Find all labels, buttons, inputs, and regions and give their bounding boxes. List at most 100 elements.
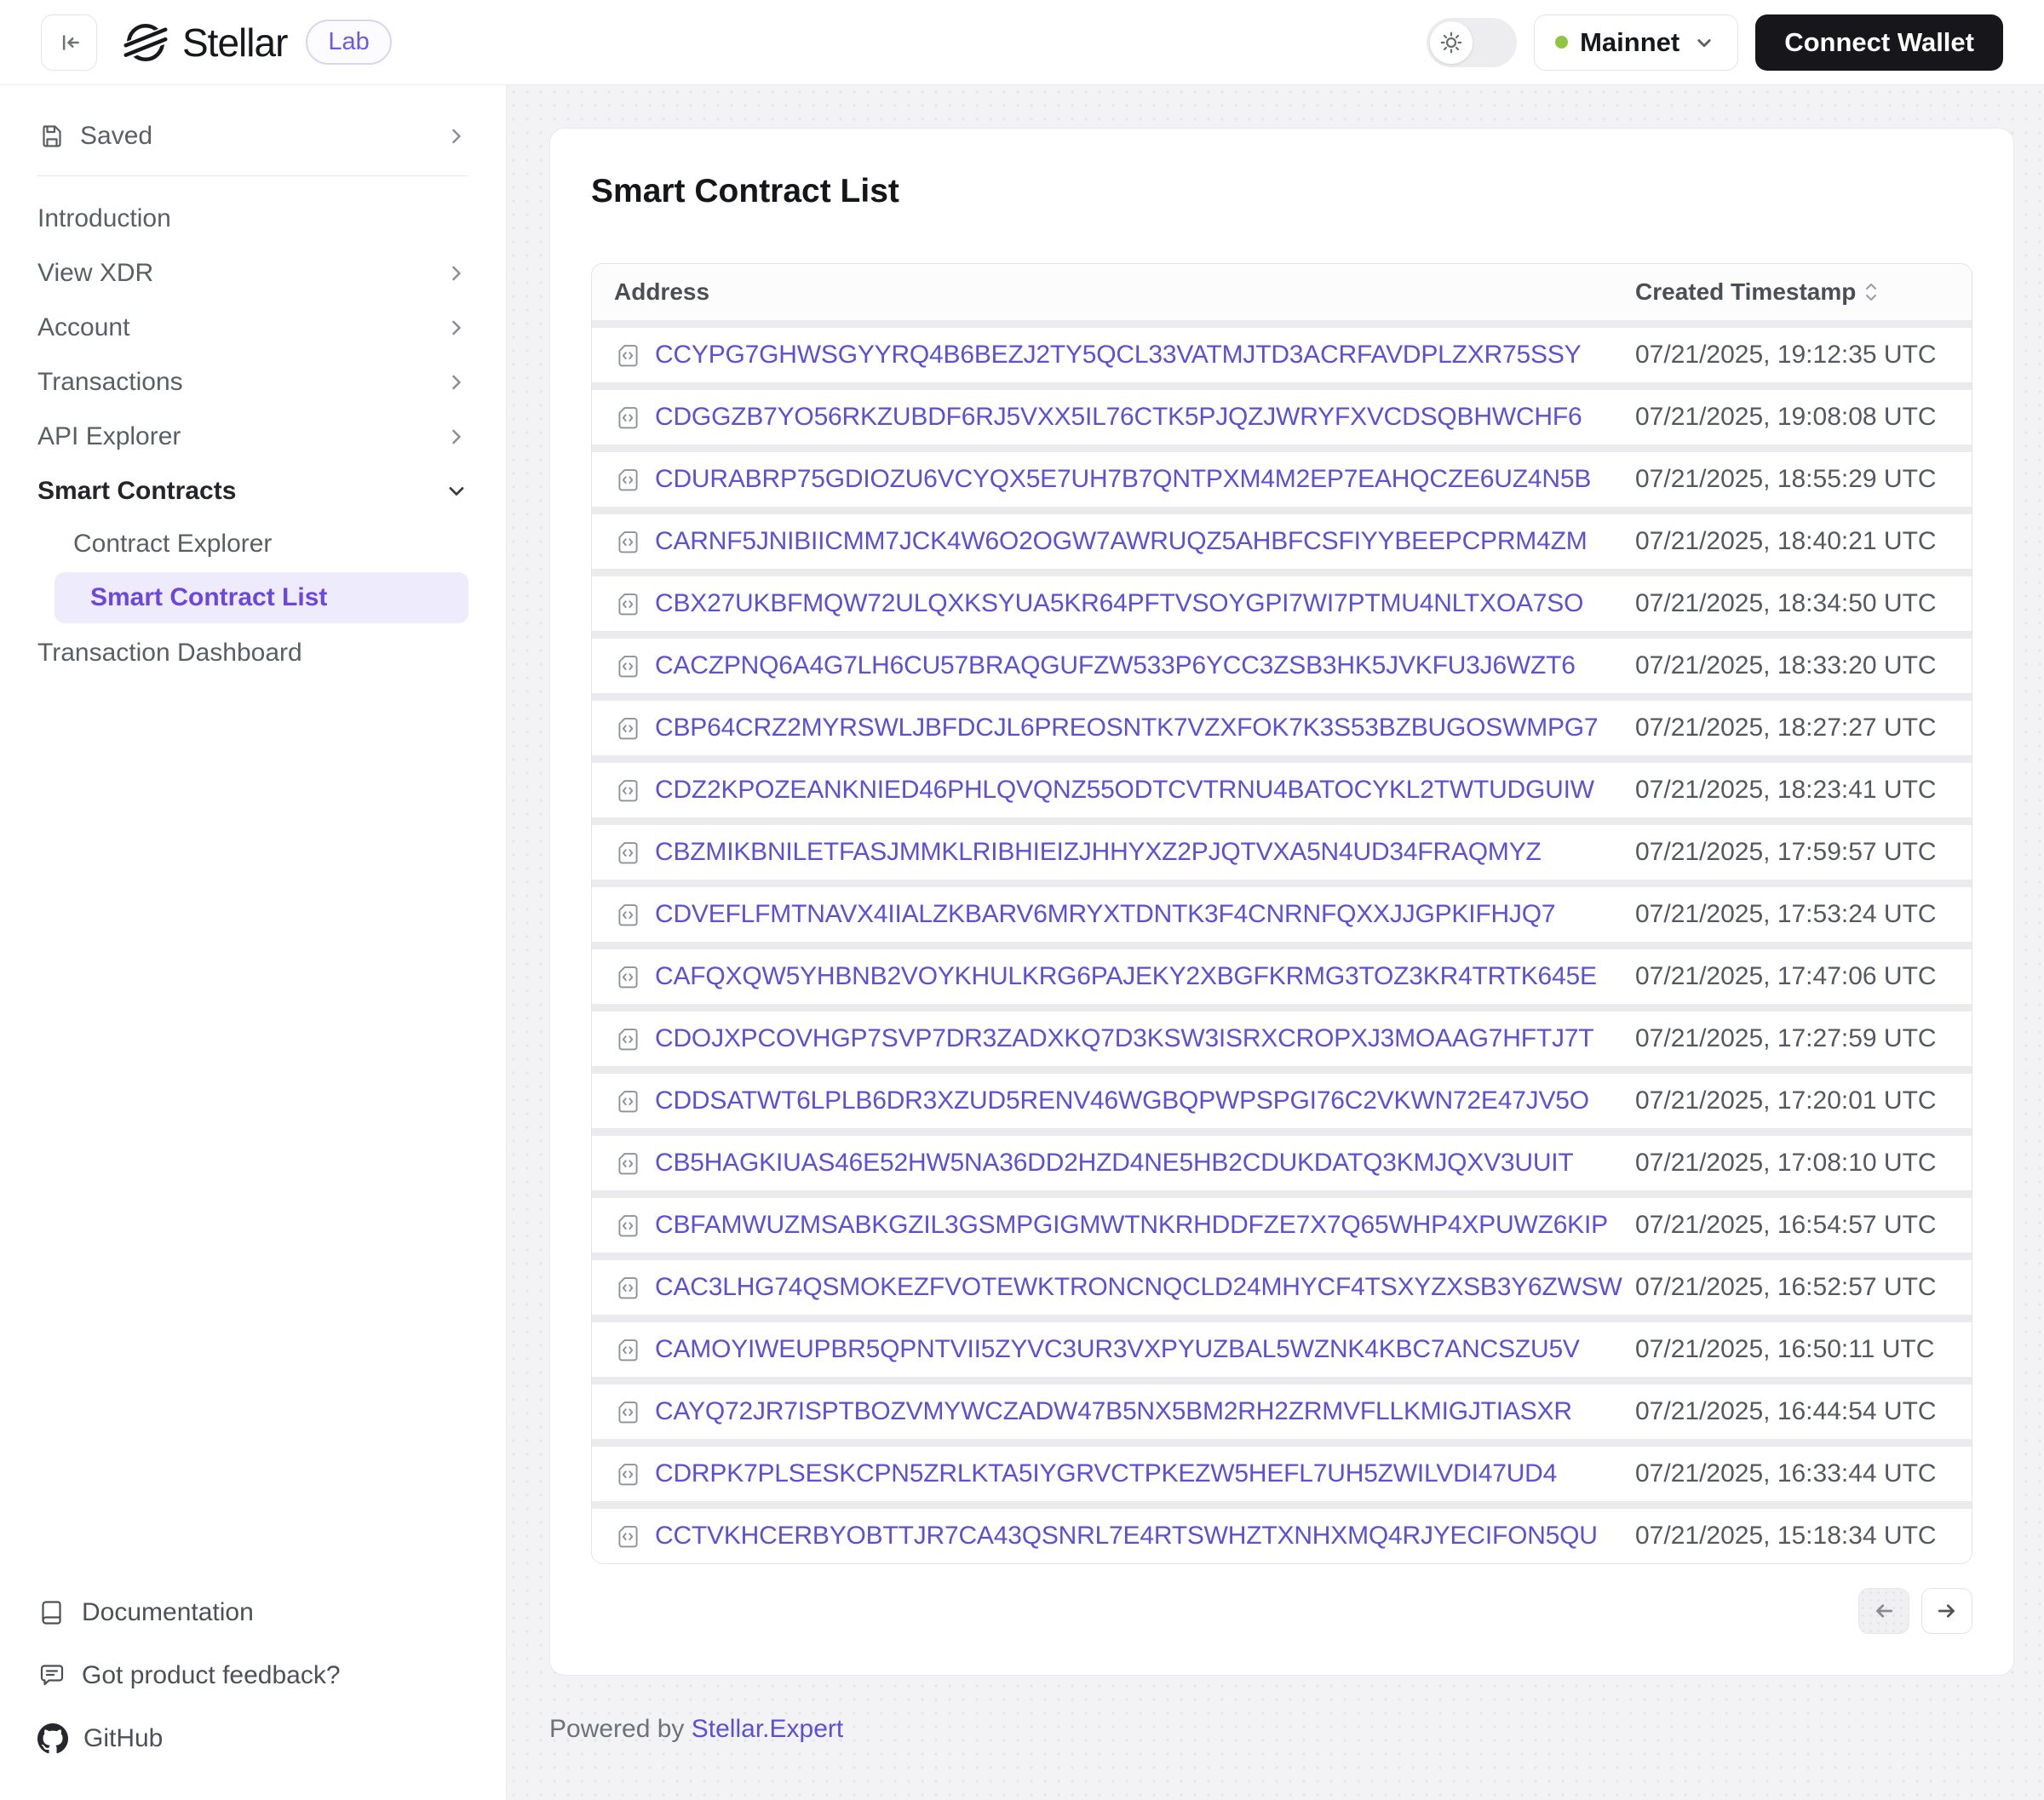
contract-table: Address Created Timestamp: [591, 263, 1972, 1564]
network-label: Mainnet: [1580, 27, 1679, 58]
sidebar-item-transactions[interactable]: Transactions: [37, 355, 468, 410]
contract-address-link[interactable]: CCTVKHCERBYOBTTJR7CA43QSNRL7E4RTSWHZTXNH…: [655, 1522, 1598, 1551]
contract-address-link[interactable]: CBZMIKBNILETFASJMMKLRIBHIEIZJHHYXZ2PJQTV…: [655, 838, 1542, 867]
contract-address-link[interactable]: CBX27UKBFMQW72ULQXKSYUA5KR64PFTVSOYGPI7W…: [655, 589, 1583, 618]
column-header-address: Address: [592, 278, 1635, 306]
contract-address-link[interactable]: CDZ2KPOZEANKNIED46PHLQVQNZ55ODTCVTRNU4BA…: [655, 776, 1594, 805]
row-created-timestamp: 07/21/2025, 16:54:57 UTC: [1635, 1211, 1972, 1240]
table-row: CB5HAGKIUAS46E52HW5NA36DD2HZD4NE5HB2CDUK…: [592, 1136, 1972, 1190]
contract-address-link[interactable]: CAC3LHG74QSMOKEZFVOTEWKTRONCNQCLD24MHYCF…: [655, 1273, 1622, 1302]
sidebar-item-api-explorer[interactable]: API Explorer: [37, 410, 468, 464]
contract-table-body: CCYPG7GHWSGYYRQ4B6BEZJ2TY5QCL33VATMJTD3A…: [592, 328, 1972, 1563]
contract-address-link[interactable]: CDVEFLFMTNAVX4IIALZKBARV6MRYXTDNTK3F4CNR…: [655, 900, 1555, 929]
save-icon: [37, 122, 66, 151]
contract-address-link[interactable]: CARNF5JNIBIICMM7JCK4W6O2OGW7AWRUQZ5AHBFC…: [655, 527, 1588, 556]
table-row: CDGGZB7YO56RKZUBDF6RJ5VXX5IL76CTK5PJQZJW…: [592, 390, 1972, 444]
row-created-timestamp: 07/21/2025, 19:12:35 UTC: [1635, 341, 1972, 370]
sun-icon: [1438, 30, 1464, 55]
row-created-timestamp: 07/21/2025, 15:18:34 UTC: [1635, 1522, 1972, 1551]
chevron-down-icon: [1691, 30, 1717, 55]
sidebar-item-transaction-dashboard[interactable]: Transaction Dashboard: [37, 626, 468, 680]
contract-address-link[interactable]: CACZPNQ6A4G7LH6CU57BRAQGUFZW533P6YCC3ZSB…: [655, 651, 1576, 680]
contract-address-link[interactable]: CDOJXPCOVHGP7SVP7DR3ZADXKQ7D3KSW3ISRXCRO…: [655, 1024, 1593, 1053]
table-row: CDDSATWT6LPLB6DR3XZUD5RENV46WGBQPWPSPGI7…: [592, 1074, 1972, 1128]
row-created-timestamp: 07/21/2025, 16:52:57 UTC: [1635, 1273, 1972, 1302]
smart-contract-list-card: Smart Contract List Address Created Time…: [549, 128, 2014, 1676]
github-link[interactable]: GitHub: [37, 1711, 468, 1766]
feedback-link[interactable]: Got product feedback?: [37, 1648, 468, 1703]
sidebar-divider: [37, 175, 468, 176]
row-created-timestamp: 07/21/2025, 19:08:08 UTC: [1635, 403, 1972, 432]
row-created-timestamp: 07/21/2025, 16:33:44 UTC: [1635, 1459, 1972, 1488]
row-created-timestamp: 07/21/2025, 17:59:57 UTC: [1635, 838, 1972, 867]
contract-address-link[interactable]: CCYPG7GHWSGYYRQ4B6BEZJ2TY5QCL33VATMJTD3A…: [655, 341, 1581, 370]
sidebar-item-account[interactable]: Account: [37, 301, 468, 355]
arrow-left-icon: [1871, 1598, 1897, 1624]
sidebar-item-saved[interactable]: Saved: [37, 109, 468, 163]
contract-address-link[interactable]: CDRPK7PLSESKCPN5ZRLKTA5IYGRVCTPKEZW5HEFL…: [655, 1459, 1557, 1488]
connect-wallet-button[interactable]: Connect Wallet: [1755, 14, 2003, 71]
contract-icon: [614, 1460, 642, 1488]
powered-by: Powered by Stellar.Expert: [549, 1715, 2014, 1778]
contract-icon: [614, 1025, 642, 1053]
contract-address-link[interactable]: CBP64CRZ2MYRSWLJBFDCJL6PREOSNTK7VZXFOK7K…: [655, 714, 1598, 742]
collapse-sidebar-button[interactable]: [41, 14, 97, 71]
contract-address-link[interactable]: CB5HAGKIUAS46E52HW5NA36DD2HZD4NE5HB2CDUK…: [655, 1149, 1574, 1178]
table-row: CAFQXQW5YHBNB2VOYKHULKRG6PAJEKY2XBGFKRMG…: [592, 949, 1972, 1004]
sidebar-item-smart-contracts[interactable]: Smart Contracts: [37, 464, 468, 519]
contract-icon: [614, 839, 642, 867]
contract-icon: [614, 1336, 642, 1364]
sort-icon: [1863, 280, 1880, 304]
contract-address-link[interactable]: CAFQXQW5YHBNB2VOYKHULKRG6PAJEKY2XBGFKRMG…: [655, 962, 1597, 991]
network-select[interactable]: Mainnet: [1534, 14, 1738, 71]
table-row: CDRPK7PLSESKCPN5ZRLKTA5IYGRVCTPKEZW5HEFL…: [592, 1447, 1972, 1501]
contract-address-link[interactable]: CAMOYIWEUPBR5QPNTVII5ZYVC3UR3VXPYUZBAL5W…: [655, 1335, 1580, 1364]
contract-icon: [614, 652, 642, 680]
chat-bubble-icon: [37, 1661, 66, 1690]
contract-address-link[interactable]: CBFAMWUZMSABKGZIL3GSMPGIGMWTNKRHDDFZE7X7…: [655, 1211, 1608, 1240]
sidebar-item-view-xdr[interactable]: View XDR: [37, 246, 468, 301]
network-status-dot: [1555, 36, 1568, 49]
pagination: [591, 1588, 1972, 1634]
page-title: Smart Contract List: [591, 173, 1972, 210]
sidebar-item-smart-contract-list[interactable]: Smart Contract List: [55, 572, 468, 623]
next-page-button[interactable]: [1921, 1588, 1972, 1634]
table-row: CAC3LHG74QSMOKEZFVOTEWKTRONCNQCLD24MHYCF…: [592, 1260, 1972, 1315]
chevron-right-icon: [445, 370, 468, 394]
contract-icon: [614, 341, 642, 370]
stellar-home-link[interactable]: Stellar Lab: [123, 20, 392, 66]
contract-address-link[interactable]: CAYQ72JR7ISPTBOZVMYWCZADW47B5NX5BM2RH2ZR…: [655, 1397, 1572, 1426]
lab-badge: Lab: [306, 20, 391, 65]
row-created-timestamp: 07/21/2025, 18:34:50 UTC: [1635, 589, 1972, 618]
sidebar-footer: Documentation Got product feedback?: [37, 1585, 468, 1766]
arrow-right-icon: [1934, 1598, 1960, 1624]
table-row: CAMOYIWEUPBR5QPNTVII5ZYVC3UR3VXPYUZBAL5W…: [592, 1322, 1972, 1377]
documentation-link[interactable]: Documentation: [37, 1585, 468, 1640]
theme-toggle[interactable]: [1427, 18, 1517, 67]
table-row: CARNF5JNIBIICMM7JCK4W6O2OGW7AWRUQZ5AHBFC…: [592, 514, 1972, 569]
table-row: CAYQ72JR7ISPTBOZVMYWCZADW47B5NX5BM2RH2ZR…: [592, 1384, 1972, 1439]
chevron-down-icon: [445, 479, 468, 503]
contract-address-link[interactable]: CDGGZB7YO56RKZUBDF6RJ5VXX5IL76CTK5PJQZJW…: [655, 403, 1582, 432]
row-created-timestamp: 07/21/2025, 17:53:24 UTC: [1635, 900, 1972, 929]
column-header-created-timestamp[interactable]: Created Timestamp: [1635, 278, 1972, 306]
table-row: CBFAMWUZMSABKGZIL3GSMPGIGMWTNKRHDDFZE7X7…: [592, 1198, 1972, 1253]
header-actions: Mainnet Connect Wallet: [1427, 14, 2003, 71]
sidebar-item-contract-explorer[interactable]: Contract Explorer: [37, 519, 468, 570]
table-row: CBP64CRZ2MYRSWLJBFDCJL6PREOSNTK7VZXFOK7K…: [592, 701, 1972, 755]
stellar-logo-icon: [123, 20, 169, 66]
contract-icon: [614, 714, 642, 742]
sidebar: Saved Introduction View XDR Account: [0, 85, 507, 1800]
contract-address-link[interactable]: CDURABRP75GDIOZU6VCYQX5E7UH7B7QNTPXM4M2E…: [655, 465, 1591, 494]
github-icon: [37, 1723, 68, 1754]
table-row: CDOJXPCOVHGP7SVP7DR3ZADXKQ7D3KSW3ISRXCRO…: [592, 1012, 1972, 1066]
sidebar-item-introduction[interactable]: Introduction: [37, 192, 468, 246]
contract-icon: [614, 528, 642, 556]
contract-icon: [614, 466, 642, 494]
contract-icon: [614, 777, 642, 805]
stellar-expert-link[interactable]: Stellar.Expert: [692, 1715, 843, 1743]
previous-page-button[interactable]: [1858, 1588, 1909, 1634]
contract-address-link[interactable]: CDDSATWT6LPLB6DR3XZUD5RENV46WGBQPWPSPGI7…: [655, 1086, 1589, 1115]
row-created-timestamp: 07/21/2025, 18:55:29 UTC: [1635, 465, 1972, 494]
contract-icon: [614, 963, 642, 991]
